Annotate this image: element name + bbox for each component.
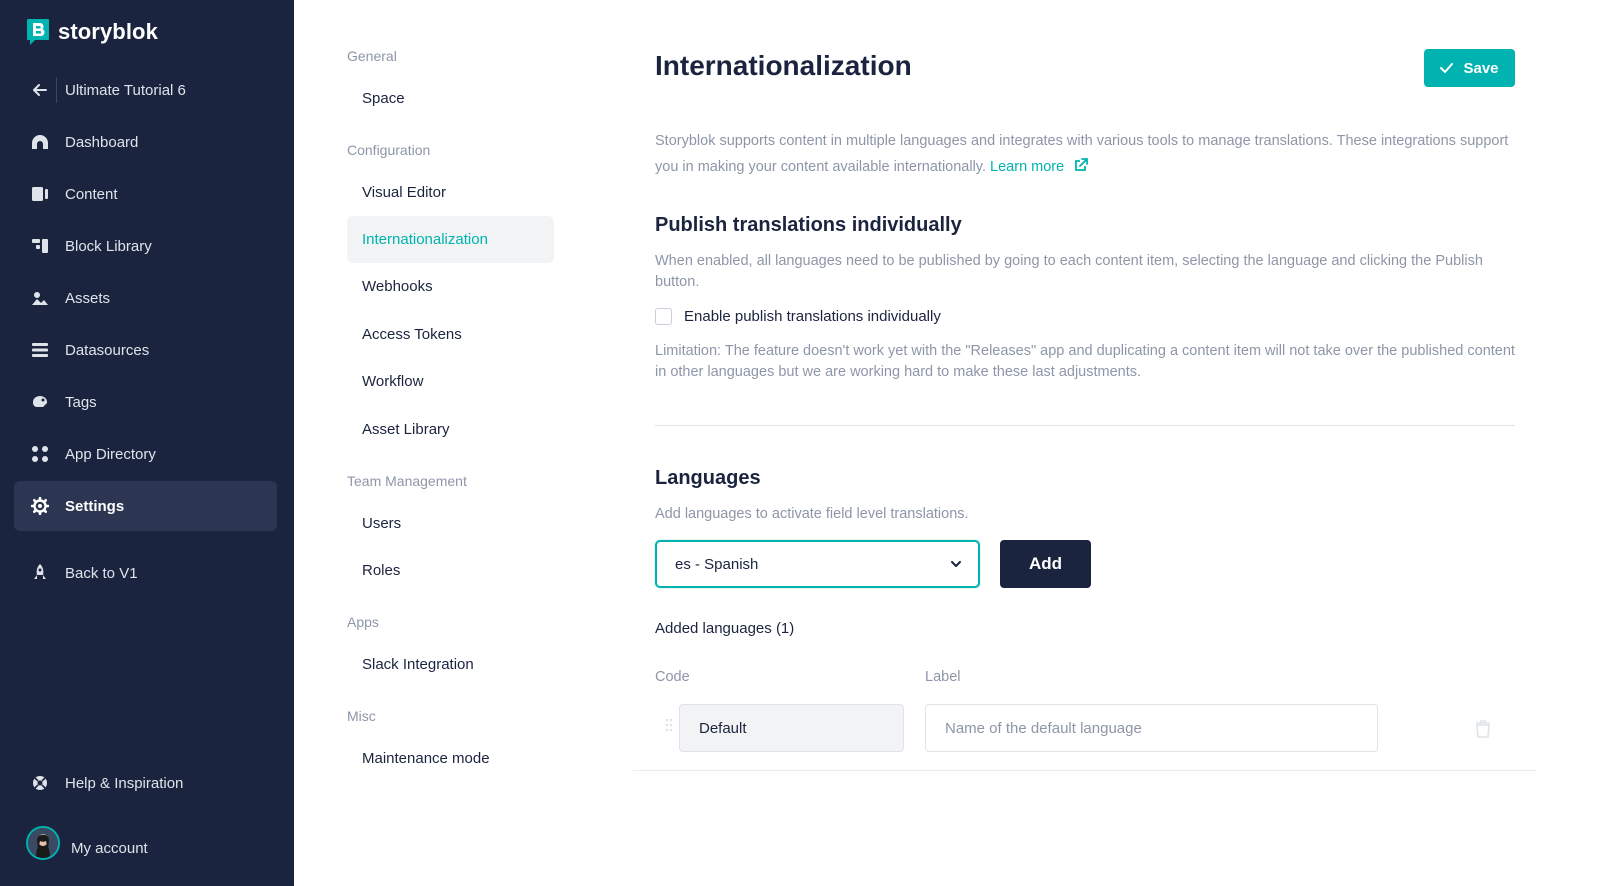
column-header-label: Label [925, 669, 961, 685]
external-link-icon [1075, 158, 1089, 171]
sidebar-item-label: Settings [65, 497, 125, 515]
section-divider [655, 425, 1515, 426]
language-label-input[interactable] [925, 704, 1378, 752]
publish-description: When enabled, all languages need to be p… [655, 253, 1483, 290]
settings-nav-visual-editor[interactable]: Visual Editor [347, 169, 554, 216]
gear-icon [30, 496, 50, 516]
nav-heading-configuration: Configuration [347, 142, 431, 158]
storyblok-logo-icon [27, 19, 49, 45]
tag-icon [30, 392, 50, 412]
sidebar-item-label: Back to V1 [65, 564, 138, 582]
nav-heading-general: General [347, 48, 397, 64]
settings-nav-workflow[interactable]: Workflow [347, 358, 554, 405]
check-icon [1440, 63, 1454, 73]
sidebar-item-label: Tags [65, 393, 97, 411]
settings-nav-asset-library[interactable]: Asset Library [347, 406, 554, 453]
assets-icon [30, 288, 50, 308]
block-library-icon [30, 236, 50, 256]
sidebar-item-label: Datasources [65, 341, 150, 359]
sidebar-item-block-library[interactable]: Block Library [14, 221, 277, 271]
save-button[interactable]: Save [1424, 49, 1515, 87]
sidebar-item-label: Block Library [65, 237, 152, 255]
sidebar-item-label: Content [65, 185, 118, 203]
sidebar-item-label: App Directory [65, 445, 156, 463]
storyblok-logo[interactable]: storyblok [26, 18, 158, 46]
row-divider [633, 770, 1536, 771]
trash-icon[interactable] [1475, 720, 1491, 738]
rocket-icon [30, 563, 50, 583]
lifebuoy-icon [30, 773, 50, 793]
app-directory-icon [30, 444, 50, 464]
sidebar-item-dashboard[interactable]: Dashboard [14, 117, 277, 167]
chevron-down-icon [951, 561, 961, 567]
avatar[interactable] [26, 826, 60, 860]
save-label: Save [1463, 59, 1499, 77]
space-name: Ultimate Tutorial 6 [65, 81, 186, 99]
help-inspiration-link[interactable]: Help & Inspiration [14, 758, 277, 808]
publish-individually-checkbox[interactable] [655, 308, 672, 325]
drag-handle-icon[interactable] [664, 718, 674, 732]
sidebar-item-app-directory[interactable]: App Directory [14, 429, 277, 479]
settings-nav: General Space Configuration Visual Edito… [294, 0, 594, 886]
back-to-space[interactable]: Ultimate Tutorial 6 [14, 65, 277, 115]
publish-individually-label[interactable]: Enable publish translations individually [684, 308, 941, 325]
languages-heading: Languages [655, 467, 761, 489]
nav-heading-misc: Misc [347, 708, 376, 724]
brand-name: storyblok [58, 19, 158, 44]
sidebar-item-content[interactable]: Content [14, 169, 277, 219]
language-select[interactable]: es - Spanish [655, 540, 980, 588]
sidebar-item-datasources[interactable]: Datasources [14, 325, 277, 375]
language-select-value: es - Spanish [675, 555, 759, 573]
languages-description: Add languages to activate field level tr… [655, 506, 969, 522]
settings-nav-webhooks[interactable]: Webhooks [347, 263, 554, 310]
language-code-field: Default [679, 704, 904, 752]
settings-nav-roles[interactable]: Roles [347, 547, 554, 594]
added-languages-title: Added languages (1) [655, 620, 795, 637]
publish-heading: Publish translations individually [655, 214, 962, 236]
datasources-icon [30, 340, 50, 360]
dashboard-icon [30, 132, 50, 152]
my-account-link[interactable]: My account [71, 840, 148, 857]
sidebar-item-assets[interactable]: Assets [14, 273, 277, 323]
separator [56, 77, 57, 103]
sidebar-item-label: Assets [65, 289, 111, 307]
main-sidebar: storyblok Ultimate Tutorial 6 Dashboard … [0, 0, 294, 886]
sidebar-item-settings[interactable]: Settings [14, 481, 277, 531]
limitation-note: Limitation: The feature doesn't work yet… [655, 343, 1515, 380]
intro-text: Storyblok supports content in multiple l… [655, 128, 1515, 180]
learn-more-link[interactable]: Learn more [990, 158, 1089, 175]
settings-nav-access-tokens[interactable]: Access Tokens [347, 311, 554, 358]
page-title: Internationalization [655, 50, 912, 81]
sidebar-item-tags[interactable]: Tags [14, 377, 277, 427]
settings-nav-users[interactable]: Users [347, 500, 554, 547]
sidebar-item-label: Help & Inspiration [65, 774, 184, 792]
nav-heading-team-management: Team Management [347, 473, 467, 489]
column-header-code: Code [655, 669, 690, 685]
settings-nav-slack-integration[interactable]: Slack Integration [347, 641, 554, 688]
add-language-button[interactable]: Add [1000, 540, 1091, 588]
content-icon [30, 184, 50, 204]
settings-nav-internationalization[interactable]: Internationalization [347, 216, 554, 263]
learn-more-label: Learn more [990, 159, 1065, 175]
sidebar-item-label: Dashboard [65, 133, 139, 151]
sidebar-item-back-to-v1[interactable]: Back to V1 [14, 548, 277, 598]
nav-heading-apps: Apps [347, 614, 379, 630]
publish-individually-option[interactable]: Enable publish translations individually [655, 308, 941, 325]
settings-nav-maintenance-mode[interactable]: Maintenance mode [347, 735, 554, 782]
settings-nav-space[interactable]: Space [347, 75, 554, 122]
arrow-left-icon [30, 80, 50, 100]
